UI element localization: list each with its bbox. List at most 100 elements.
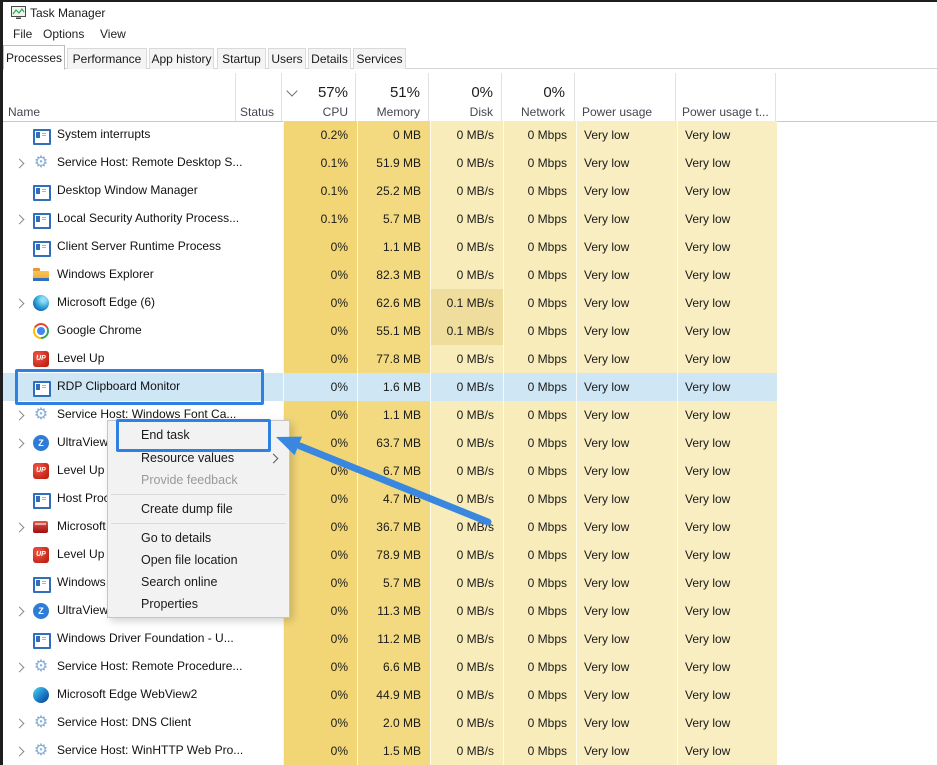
col-cpu[interactable]: CPU <box>300 105 348 120</box>
cell-disk: 0 MB/s <box>430 541 503 569</box>
expand-chevron-icon[interactable] <box>15 523 25 533</box>
header-divider <box>235 73 236 121</box>
table-row[interactable]: Windows Driver Foundation - U...0%11.2 M… <box>3 625 776 653</box>
cell-cpu: 0% <box>283 289 357 317</box>
col-name[interactable]: Name <box>8 105 40 120</box>
level-up-app-icon: UP <box>33 351 49 367</box>
col-memory[interactable]: Memory <box>372 105 420 120</box>
cell-power: Very low <box>576 541 677 569</box>
menu-item-open-file-location[interactable]: Open file location <box>108 549 289 571</box>
cell-disk: 0 MB/s <box>430 177 503 205</box>
table-row[interactable]: Microsoft Edge (6)0%62.6 MB0.1 MB/s0 Mbp… <box>3 289 776 317</box>
process-name: Level Up <box>57 547 104 561</box>
table-row[interactable]: Desktop Window Manager0.1%25.2 MB0 MB/s0… <box>3 177 776 205</box>
table-row[interactable]: System interrupts0.2%0 MB0 MB/s0 MbpsVer… <box>3 121 776 149</box>
cell-network: 0 Mbps <box>503 709 576 737</box>
table-row[interactable]: ⚙Service Host: Remote Desktop S...0.1%51… <box>3 149 776 177</box>
menu-item-provide-feedback: Provide feedback <box>108 469 289 491</box>
expand-chevron-icon[interactable] <box>15 411 25 421</box>
menu-item-search-online[interactable]: Search online <box>108 571 289 593</box>
table-row[interactable]: Client Server Runtime Process0%1.1 MB0 M… <box>3 233 776 261</box>
service-gear-icon: ⚙ <box>33 659 49 675</box>
app-window-icon <box>33 213 51 229</box>
cell-cpu: 0% <box>283 597 357 625</box>
network-total[interactable]: 0% <box>517 83 565 103</box>
table-row[interactable]: Local Security Authority Process...0.1%5… <box>3 205 776 233</box>
expand-chevron-icon[interactable] <box>15 159 25 169</box>
cell-disk: 0 MB/s <box>430 373 503 401</box>
ultraviewer-app-icon: Z <box>33 603 49 619</box>
tab-app-history[interactable]: App history <box>149 48 214 69</box>
cell-cpu: 0% <box>283 429 357 457</box>
header-divider <box>574 73 575 121</box>
menu-item-create-dump-file[interactable]: Create dump file <box>108 498 289 520</box>
expand-chevron-icon[interactable] <box>15 607 25 617</box>
col-disk[interactable]: Disk <box>445 105 493 120</box>
cpu-total[interactable]: 57% <box>300 83 348 103</box>
cell-network: 0 Mbps <box>503 485 576 513</box>
cell-disk: 0 MB/s <box>430 513 503 541</box>
col-network[interactable]: Network <box>517 105 565 120</box>
table-row[interactable]: ⚙Service Host: Remote Procedure...0%6.6 … <box>3 653 776 681</box>
chrome-browser-icon <box>33 323 49 339</box>
tab-startup[interactable]: Startup <box>217 48 266 69</box>
tab-users[interactable]: Users <box>268 48 306 69</box>
memory-total[interactable]: 51% <box>372 83 420 103</box>
expand-chevron-icon[interactable] <box>15 215 25 225</box>
cell-power: Very low <box>576 485 677 513</box>
cell-cpu: 0.1% <box>283 177 357 205</box>
table-row[interactable]: Microsoft Edge WebView20%44.9 MB0 MB/s0 … <box>3 681 776 709</box>
process-name: Level Up <box>57 351 104 365</box>
cell-cpu: 0% <box>283 625 357 653</box>
cell-trend: Very low <box>677 261 777 289</box>
expand-chevron-icon[interactable] <box>15 719 25 729</box>
cell-power: Very low <box>576 121 677 149</box>
menu-item-properties[interactable]: Properties <box>108 593 289 615</box>
tab-details[interactable]: Details <box>308 48 351 69</box>
cell-network: 0 Mbps <box>503 149 576 177</box>
col-power-usage[interactable]: Power usage <box>582 105 652 120</box>
menu-file[interactable]: File <box>13 27 32 41</box>
tab-processes[interactable]: Processes <box>3 45 65 70</box>
expand-chevron-icon[interactable] <box>15 439 25 449</box>
cell-power: Very low <box>576 177 677 205</box>
header-divider <box>501 73 502 121</box>
process-name: Windows Explorer <box>57 267 154 281</box>
cell-power: Very low <box>576 737 677 765</box>
cell-memory: 82.3 MB <box>357 261 430 289</box>
cell-disk: 0 MB/s <box>430 401 503 429</box>
cell-network: 0 Mbps <box>503 513 576 541</box>
menu-view[interactable]: View <box>100 27 126 41</box>
menu-separator <box>111 523 286 524</box>
table-row[interactable]: Google Chrome0%55.1 MB0.1 MB/s0 MbpsVery… <box>3 317 776 345</box>
service-gear-icon: ⚙ <box>33 407 49 423</box>
expand-chevron-icon[interactable] <box>15 747 25 757</box>
menu-item-go-to-details[interactable]: Go to details <box>108 527 289 549</box>
cell-disk: 0.1 MB/s <box>430 289 503 317</box>
tab-services[interactable]: Services <box>353 48 406 69</box>
menu-bar: File Options View <box>3 24 937 45</box>
table-row[interactable]: Windows Explorer0%82.3 MB0 MB/s0 MbpsVer… <box>3 261 776 289</box>
table-row[interactable]: ⚙Service Host: WinHTTP Web Pro...0%1.5 M… <box>3 737 776 765</box>
expand-chevron-icon[interactable] <box>15 663 25 673</box>
app-window-icon <box>33 633 51 649</box>
header-divider <box>355 73 356 121</box>
cell-trend: Very low <box>677 513 777 541</box>
expand-chevron-icon[interactable] <box>15 299 25 309</box>
table-row[interactable]: ⚙Service Host: DNS Client0%2.0 MB0 MB/s0… <box>3 709 776 737</box>
cell-disk: 0 MB/s <box>430 457 503 485</box>
menu-options[interactable]: Options <box>43 27 84 41</box>
tab-performance[interactable]: Performance <box>67 48 147 69</box>
cell-cpu: 0% <box>283 513 357 541</box>
ultraviewer-app-icon: Z <box>33 435 49 451</box>
cell-cpu: 0% <box>283 345 357 373</box>
col-status[interactable]: Status <box>240 105 274 120</box>
disk-total[interactable]: 0% <box>445 83 493 103</box>
cell-disk: 0 MB/s <box>430 597 503 625</box>
col-power-trend[interactable]: Power usage t... <box>682 105 769 120</box>
cell-memory: 1.5 MB <box>357 737 430 765</box>
cell-network: 0 Mbps <box>503 317 576 345</box>
cell-network: 0 Mbps <box>503 625 576 653</box>
cell-memory: 55.1 MB <box>357 317 430 345</box>
level-up-app-icon: UP <box>33 463 49 479</box>
